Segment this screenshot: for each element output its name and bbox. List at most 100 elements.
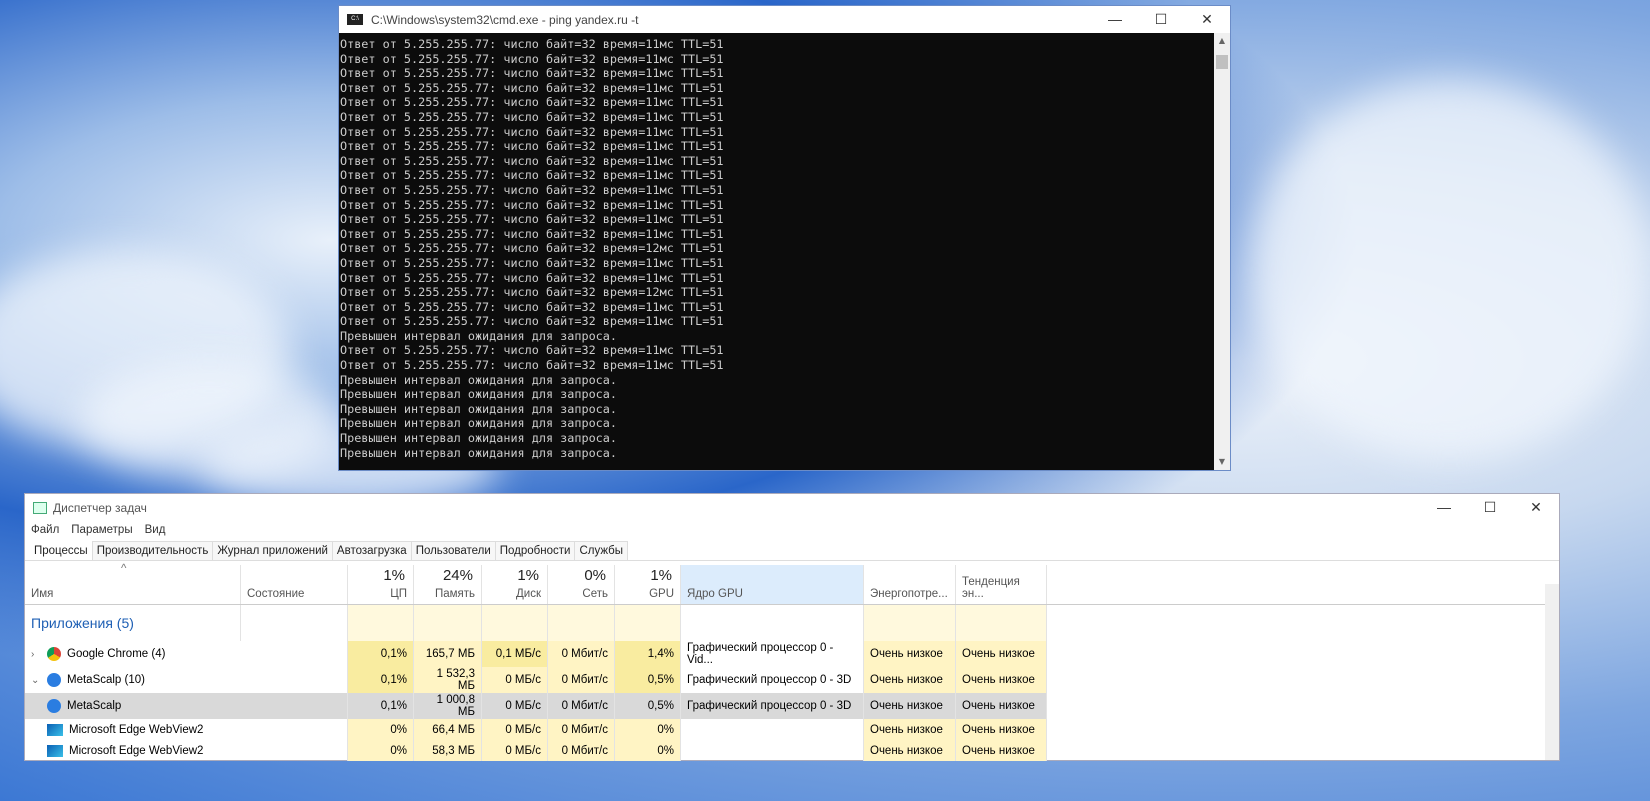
process-row[interactable]: ⌄ MetaScalp (10) 0,1% 1 532,3 МБ 0 МБ/с 0 Мби…	[25, 667, 1559, 693]
task-manager-window[interactable]: Диспетчер задач — ☐ ✕ Файл Параметры Вид П…	[24, 493, 1560, 761]
tab-startup[interactable]: Автозагрузка	[331, 541, 412, 560]
console-line: Превышен интервал ожидания для запроса.	[340, 401, 617, 416]
cell-mem: 1 000,8 МБ	[414, 693, 482, 719]
process-name: Microsoft Edge WebView2	[69, 723, 204, 736]
tm-title-bar[interactable]: Диспетчер задач — ☐ ✕	[25, 494, 1559, 521]
maximize-button[interactable]: ☐	[1138, 11, 1184, 28]
cell-disk: 0,1 МБ/с	[482, 641, 548, 667]
cmd-scrollbar[interactable]: ▲ ▼	[1214, 33, 1230, 470]
process-row[interactable]: › Google Chrome (4) 0,1% 165,7 МБ 0,1 МБ/с 0 …	[25, 641, 1559, 667]
process-row[interactable]: Microsoft Edge WebView2 0% 58,3 МБ 0 МБ/с 0 …	[25, 740, 1559, 761]
col-disk[interactable]: 1% Диск	[482, 565, 548, 604]
cell-gpu: 0%	[615, 740, 681, 761]
minimize-button[interactable]: —	[1421, 499, 1467, 516]
maximize-button[interactable]: ☐	[1467, 499, 1513, 516]
cell-power: Очень низкое	[864, 641, 956, 667]
col-gpu-engine[interactable]: Ядро GPU	[681, 565, 864, 604]
cell-power-trend: Очень низкое	[956, 693, 1047, 719]
cell	[414, 605, 482, 641]
console-line: Ответ от 5.255.255.77: число байт=32 вре…	[340, 37, 724, 51]
cmd-title-bar[interactable]: C:\ C:\Windows\system32\cmd.exe - ping y…	[339, 6, 1230, 33]
cell-net: 0 Мбит/с	[548, 740, 615, 761]
cell-cpu: 0%	[348, 719, 414, 740]
cell-power-trend: Очень низкое	[956, 740, 1047, 761]
process-name: Google Chrome (4)	[67, 648, 166, 660]
console-line: Ответ от 5.255.255.77: число байт=32 вре…	[340, 197, 724, 212]
cell-mem: 1 532,3 МБ	[414, 667, 482, 693]
sort-up-icon: ^	[121, 563, 127, 575]
cell	[482, 605, 548, 641]
console-line: Ответ от 5.255.255.77: число байт=32 вре…	[340, 66, 724, 81]
cell-gpu: 0%	[615, 719, 681, 740]
group-row[interactable]: Приложения (5)	[25, 605, 1559, 641]
minimize-button[interactable]: —	[1092, 11, 1138, 28]
cell-power: Очень низкое	[864, 719, 956, 740]
cell-gpu-engine: Графический процессор 0 - Vid...	[681, 641, 864, 667]
console-line: Ответ от 5.255.255.77: число байт=32 вре…	[340, 109, 724, 124]
console-line: Ответ от 5.255.255.77: число байт=32 вре…	[340, 241, 724, 256]
menu-view[interactable]: Вид	[145, 524, 166, 538]
process-name: MetaScalp	[67, 700, 122, 712]
cell-gpu: 0,5%	[615, 693, 681, 719]
cell: Приложения (5)	[25, 605, 241, 641]
col-memory[interactable]: 24% Память	[414, 565, 482, 604]
tab-details[interactable]: Подробности	[494, 541, 576, 560]
console-line: Ответ от 5.255.255.77: число байт=32 вре…	[340, 212, 724, 227]
process-row[interactable]: MetaScalp 0,1% 1 000,8 МБ 0 МБ/с 0 Мбит/с 0,5…	[25, 693, 1559, 719]
cell	[864, 605, 956, 641]
menu-options[interactable]: Параметры	[71, 524, 132, 538]
tab-app-history[interactable]: Журнал приложений	[212, 541, 333, 560]
console-output[interactable]: Ответ от 5.255.255.77: число байт=32 вре…	[339, 33, 1214, 470]
cell-disk: 0 МБ/с	[482, 667, 548, 693]
cell-mem: 58,3 МБ	[414, 740, 482, 761]
close-button[interactable]: ✕	[1184, 11, 1230, 28]
console-line: Ответ от 5.255.255.77: число байт=32 вре…	[340, 270, 724, 285]
cell-power-trend: Очень низкое	[956, 641, 1047, 667]
cell-power-trend: Очень низкое	[956, 667, 1047, 693]
tm-scrollbar[interactable]	[1545, 584, 1559, 760]
col-network[interactable]: 0% Сеть	[548, 565, 615, 604]
tab-performance[interactable]: Производительность	[91, 541, 214, 560]
cmd-icon: C:\	[347, 14, 363, 25]
process-name: Microsoft Edge WebView2	[69, 744, 204, 757]
close-button[interactable]: ✕	[1513, 499, 1559, 516]
cell-disk: 0 МБ/с	[482, 693, 548, 719]
tab-services[interactable]: Службы	[574, 541, 629, 560]
menu-file[interactable]: Файл	[31, 524, 59, 538]
tab-processes[interactable]: Процессы	[29, 541, 93, 560]
edge-webview-icon	[47, 744, 63, 757]
cell	[615, 605, 681, 641]
edge-webview-icon	[47, 723, 63, 736]
col-name[interactable]: ^ Имя	[25, 563, 241, 604]
metascalp-icon	[47, 699, 61, 713]
console-line: Ответ от 5.255.255.77: число байт=32 вре…	[340, 95, 724, 110]
cell	[241, 605, 348, 641]
collapse-chevron-icon[interactable]: ⌄	[31, 675, 47, 686]
col-gpu[interactable]: 1% GPU	[615, 565, 681, 604]
col-cpu[interactable]: 1% ЦП	[348, 565, 414, 604]
group-label: Приложения (5)	[31, 615, 134, 631]
cell-net: 0 Мбит/с	[548, 667, 615, 693]
console-line: Ответ от 5.255.255.77: число байт=32 вре…	[340, 299, 724, 314]
expand-chevron-icon[interactable]: ›	[31, 649, 47, 660]
col-power[interactable]: Энергопотре...	[864, 565, 956, 604]
console-line: Превышен интервал ожидания для запроса.	[340, 431, 617, 446]
cell-mem: 66,4 МБ	[414, 719, 482, 740]
console-line: Ответ от 5.255.255.77: число байт=32 вре…	[340, 51, 724, 66]
process-name: MetaScalp (10)	[67, 674, 145, 686]
col-power-trend[interactable]: Тенденция эн...	[956, 565, 1047, 604]
cell-cpu: 0,1%	[348, 667, 414, 693]
cell	[956, 605, 1047, 641]
cell-cpu: 0,1%	[348, 693, 414, 719]
col-status[interactable]: Состояние	[241, 565, 348, 604]
process-row[interactable]: Microsoft Edge WebView2 0% 66,4 МБ 0 МБ/с 0 …	[25, 719, 1559, 740]
chrome-icon	[47, 647, 61, 661]
cmd-title: C:\Windows\system32\cmd.exe - ping yande…	[371, 12, 639, 27]
console-line: Превышен интервал ожидания для запроса.	[340, 328, 617, 343]
console-line: Ответ от 5.255.255.77: число байт=32 вре…	[340, 153, 724, 168]
tab-users[interactable]: Пользователи	[410, 541, 496, 560]
cell-power: Очень низкое	[864, 740, 956, 761]
cell-gpu-engine	[681, 719, 864, 740]
cell-power-trend: Очень низкое	[956, 719, 1047, 740]
cmd-window[interactable]: C:\ C:\Windows\system32\cmd.exe - ping y…	[338, 5, 1231, 471]
